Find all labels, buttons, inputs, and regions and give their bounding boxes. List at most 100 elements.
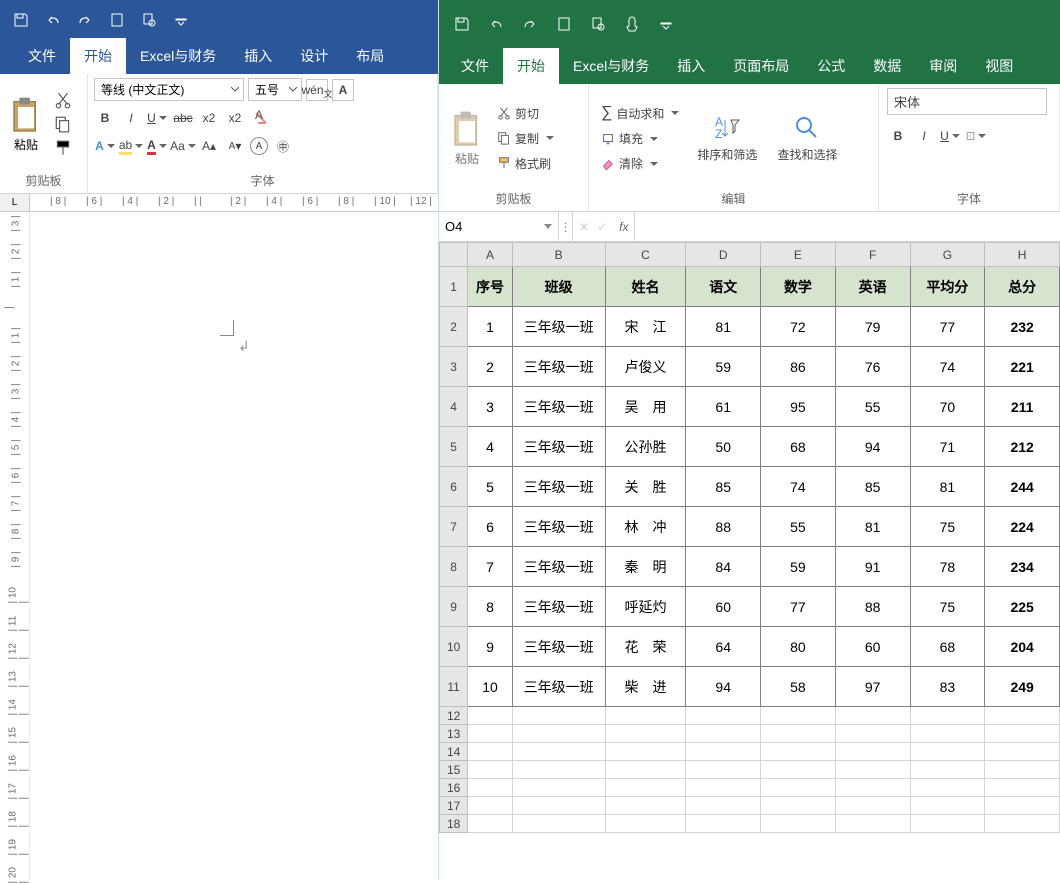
empty-cell[interactable]	[761, 725, 836, 743]
cut-button[interactable]: 剪切	[493, 103, 558, 124]
empty-cell[interactable]	[605, 743, 686, 761]
table-cell[interactable]: 花 荣	[605, 627, 686, 667]
empty-cell[interactable]	[985, 725, 1060, 743]
row-header-12[interactable]: 12	[440, 707, 468, 725]
table-cell[interactable]: 74	[910, 347, 985, 387]
format-painter-button[interactable]: 格式刷	[493, 153, 558, 174]
col-header-A[interactable]: A	[468, 243, 512, 267]
excel-bold-button[interactable]: B	[887, 125, 909, 147]
row-header-18[interactable]: 18	[440, 815, 468, 833]
sort-filter-button[interactable]: AZ 排序和筛选	[691, 110, 763, 167]
increase-font-button[interactable]: A▴	[198, 135, 220, 157]
empty-cell[interactable]	[468, 725, 512, 743]
empty-cell[interactable]	[761, 707, 836, 725]
excel-border-button[interactable]	[965, 125, 987, 147]
table-cell[interactable]: 4	[468, 427, 512, 467]
table-cell[interactable]: 55	[835, 387, 910, 427]
empty-cell[interactable]	[605, 725, 686, 743]
table-cell[interactable]: 77	[910, 307, 985, 347]
bold-button[interactable]: B	[94, 107, 116, 129]
table-cell[interactable]: 59	[761, 547, 836, 587]
empty-cell[interactable]	[835, 779, 910, 797]
table-cell[interactable]: 68	[910, 627, 985, 667]
empty-cell[interactable]	[985, 779, 1060, 797]
cut-icon[interactable]	[54, 91, 72, 109]
empty-cell[interactable]	[985, 815, 1060, 833]
table-cell[interactable]: 61	[686, 387, 761, 427]
table-cell[interactable]: 三年级一班	[512, 307, 605, 347]
empty-cell[interactable]	[686, 761, 761, 779]
empty-cell[interactable]	[605, 761, 686, 779]
redo-icon[interactable]	[72, 7, 98, 33]
empty-cell[interactable]	[468, 779, 512, 797]
table-cell[interactable]: 88	[686, 507, 761, 547]
empty-cell[interactable]	[468, 761, 512, 779]
strikethrough-button[interactable]: abc	[172, 107, 194, 129]
find-select-button[interactable]: 查找和选择	[771, 110, 843, 167]
empty-cell[interactable]	[985, 743, 1060, 761]
empty-cell[interactable]	[512, 779, 605, 797]
empty-cell[interactable]	[761, 761, 836, 779]
table-cell[interactable]: 234	[985, 547, 1060, 587]
empty-cell[interactable]	[835, 797, 910, 815]
table-cell[interactable]: 75	[910, 587, 985, 627]
table-cell[interactable]: 70	[910, 387, 985, 427]
excel-font-name-select[interactable]: 宋体	[887, 88, 1047, 115]
empty-cell[interactable]	[686, 797, 761, 815]
clear-formatting-button[interactable]: A	[250, 107, 272, 129]
empty-cell[interactable]	[605, 707, 686, 725]
row-header-3[interactable]: 3	[440, 347, 468, 387]
empty-cell[interactable]	[985, 797, 1060, 815]
empty-cell[interactable]	[910, 761, 985, 779]
row-header-1[interactable]: 1	[440, 267, 468, 307]
fx-icon[interactable]: fx	[613, 220, 634, 234]
table-cell[interactable]: 10	[468, 667, 512, 707]
col-header-B[interactable]: B	[512, 243, 605, 267]
word-vertical-ruler[interactable]: | 3 || 2 || 1 ||| 1 || 2 || 3 || 4 || 5 …	[0, 212, 30, 880]
table-cell[interactable]: 三年级一班	[512, 547, 605, 587]
empty-cell[interactable]	[686, 779, 761, 797]
undo-icon[interactable]	[40, 7, 66, 33]
phonetic-guide-button[interactable]: wén文	[306, 79, 328, 101]
table-cell[interactable]: 三年级一班	[512, 467, 605, 507]
table-cell[interactable]: 94	[835, 427, 910, 467]
table-cell[interactable]: 88	[835, 587, 910, 627]
excel-qat-more-icon[interactable]	[653, 11, 679, 37]
circled-char-button[interactable]: ㊥	[272, 135, 294, 157]
empty-cell[interactable]	[512, 707, 605, 725]
table-cell[interactable]: 宋 江	[605, 307, 686, 347]
empty-cell[interactable]	[605, 797, 686, 815]
namebox-expand-icon[interactable]: ⋮	[559, 212, 573, 242]
empty-cell[interactable]	[835, 707, 910, 725]
row-header-6[interactable]: 6	[440, 467, 468, 507]
table-cell[interactable]: 64	[686, 627, 761, 667]
excel-tab-review[interactable]: 审阅	[915, 48, 971, 84]
table-cell[interactable]: 60	[835, 627, 910, 667]
table-cell[interactable]: 224	[985, 507, 1060, 547]
table-cell[interactable]: 81	[910, 467, 985, 507]
table-cell[interactable]: 公孙胜	[605, 427, 686, 467]
row-header-13[interactable]: 13	[440, 725, 468, 743]
word-horizontal-ruler[interactable]: L | 8 || 6 || 4 || 2 || || 2 || 4 || 6 |…	[0, 194, 438, 212]
table-header-cell[interactable]: 语文	[686, 267, 761, 307]
excel-tab-pagelayout[interactable]: 页面布局	[719, 48, 803, 84]
table-cell[interactable]: 72	[761, 307, 836, 347]
row-header-11[interactable]: 11	[440, 667, 468, 707]
excel-underline-button[interactable]: U	[939, 125, 961, 147]
empty-cell[interactable]	[835, 743, 910, 761]
row-header-2[interactable]: 2	[440, 307, 468, 347]
table-header-cell[interactable]: 英语	[835, 267, 910, 307]
font-color-button[interactable]: A	[146, 135, 168, 157]
table-cell[interactable]: 卢俊义	[605, 347, 686, 387]
table-cell[interactable]: 79	[835, 307, 910, 347]
table-cell[interactable]: 71	[910, 427, 985, 467]
table-cell[interactable]: 77	[761, 587, 836, 627]
table-cell[interactable]: 2	[468, 347, 512, 387]
font-name-select[interactable]: 等线 (中文正文)	[94, 78, 244, 101]
empty-cell[interactable]	[605, 779, 686, 797]
save-icon[interactable]	[8, 7, 34, 33]
col-header-F[interactable]: F	[835, 243, 910, 267]
empty-cell[interactable]	[468, 743, 512, 761]
row-header-8[interactable]: 8	[440, 547, 468, 587]
table-cell[interactable]: 5	[468, 467, 512, 507]
